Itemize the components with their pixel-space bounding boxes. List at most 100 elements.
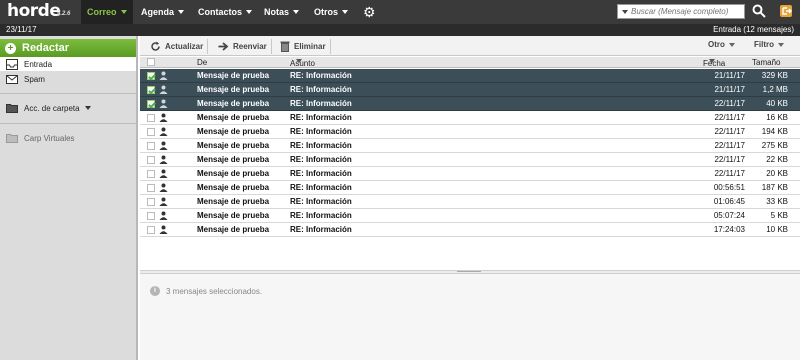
splitter-grip[interactable]	[457, 271, 481, 273]
row-checkbox[interactable]	[147, 212, 155, 220]
row-date: 21/11/17	[714, 71, 745, 80]
forward-button[interactable]: Reenviar	[218, 39, 272, 54]
nav-correo[interactable]: Correo	[81, 0, 133, 24]
sidebar-item-entrada[interactable]: Entrada	[0, 57, 136, 71]
spam-icon	[6, 74, 18, 84]
table-row[interactable]: Mensaje de prueba RE: Información 00:56:51…	[140, 181, 800, 195]
table-row[interactable]: Mensaje de prueba RE: Información 17:24:03…	[140, 223, 800, 237]
trash-icon	[280, 41, 290, 52]
row-checkbox[interactable]	[147, 170, 155, 178]
row-date: 05:07:24	[713, 211, 745, 220]
nav-label: Correo	[87, 7, 117, 17]
table-row[interactable]: Mensaje de prueba RE: Información 22/11/17…	[140, 97, 800, 111]
row-size: 275 KB	[761, 141, 788, 150]
row-checkbox[interactable]	[147, 142, 155, 150]
table-row[interactable]: Mensaje de prueba RE: Información 05:07:24…	[140, 209, 800, 223]
table-row[interactable]: Mensaje de prueba RE: Información 22/11/17…	[140, 153, 800, 167]
compose-button[interactable]: + Redactar	[0, 39, 136, 57]
table-row[interactable]: Mensaje de prueba RE: Información 22/11/17…	[140, 111, 800, 125]
gear-icon[interactable]: ⚙	[363, 4, 376, 20]
chevron-down-icon	[84, 106, 91, 110]
user-icon	[159, 127, 168, 136]
refresh-label: Actualizar	[165, 42, 204, 51]
table-row[interactable]: Mensaje de prueba RE: Información 21/11/17…	[140, 69, 800, 83]
row-checkbox[interactable]	[147, 226, 155, 234]
row-from: Mensaje de prueba	[197, 197, 270, 206]
search-options-chevron-icon[interactable]	[622, 9, 628, 14]
table-row[interactable]: Mensaje de prueba RE: Información 21/11/17…	[140, 83, 800, 97]
compose-label: Redactar	[22, 42, 70, 54]
table-row[interactable]: Mensaje de prueba RE: Información 22/11/17…	[140, 167, 800, 181]
search-icon[interactable]	[752, 4, 766, 18]
row-from: Mensaje de prueba	[197, 85, 270, 94]
top-bar: horde 5.2.6 Correo Agenda Contactos Nota…	[0, 0, 800, 24]
folder-info: Entrada (12 mensajes)	[713, 25, 794, 34]
sidebar-item-label: Entrada	[24, 59, 53, 69]
select-all-checkbox[interactable]	[147, 58, 155, 66]
info-icon: i	[150, 286, 160, 296]
row-checkbox[interactable]	[147, 198, 155, 206]
user-icon	[159, 113, 168, 122]
sidebar-item-virtual-folders[interactable]: Carp Virtuales	[0, 131, 136, 145]
row-size: 33 KB	[766, 197, 788, 206]
filter-menu[interactable]: Filtro	[754, 40, 784, 49]
sidebar-item-label: Acc. de carpeta	[24, 103, 80, 113]
user-icon	[159, 155, 168, 164]
row-checkbox[interactable]	[147, 86, 155, 94]
row-date: 17:24:03	[713, 225, 745, 234]
table-row[interactable]: Mensaje de prueba RE: Información 01:06:45…	[140, 195, 800, 209]
column-from[interactable]: De	[197, 58, 207, 67]
sort-chevron-icon	[709, 59, 715, 63]
folder-icon	[6, 104, 18, 113]
logout-icon[interactable]	[779, 4, 793, 18]
row-subject: RE: Información	[290, 85, 352, 94]
row-subject: RE: Información	[290, 113, 352, 122]
table-row[interactable]: Mensaje de prueba RE: Información 22/11/17…	[140, 125, 800, 139]
row-size: 1,2 MB	[762, 85, 788, 94]
search-box[interactable]	[617, 4, 745, 19]
row-checkbox[interactable]	[147, 100, 155, 108]
nav-otros[interactable]: Otros	[314, 0, 349, 24]
other-menu[interactable]: Otro	[708, 40, 735, 49]
row-subject: RE: Información	[290, 169, 352, 178]
row-size: 20 KB	[766, 169, 788, 178]
row-subject: RE: Información	[290, 155, 352, 164]
row-checkbox[interactable]	[147, 184, 155, 192]
sidebar-item-label: Spam	[24, 74, 45, 84]
horde-logo[interactable]: horde	[7, 1, 61, 21]
row-size: 194 KB	[761, 127, 788, 136]
row-checkbox[interactable]	[147, 156, 155, 164]
table-row[interactable]: Mensaje de prueba RE: Información 22/11/17…	[140, 139, 800, 153]
preview-status: i 3 mensajes seleccionados.	[150, 286, 262, 296]
nav-notas[interactable]: Notas	[264, 0, 300, 24]
chevron-down-icon	[293, 10, 300, 14]
delete-button[interactable]: Eliminar	[280, 39, 331, 54]
row-from: Mensaje de prueba	[197, 211, 270, 220]
user-icon	[159, 169, 168, 178]
sidebar-item-spam[interactable]: Spam	[0, 72, 136, 86]
row-from: Mensaje de prueba	[197, 183, 270, 192]
forward-label: Reenviar	[233, 42, 267, 51]
nav-contactos[interactable]: Contactos	[198, 0, 253, 24]
column-size[interactable]: Tamaño	[752, 58, 780, 67]
nav-agenda[interactable]: Agenda	[141, 0, 185, 24]
preview-pane: i 3 mensajes seleccionados.	[140, 274, 800, 360]
nav-label: Agenda	[141, 7, 175, 17]
row-checkbox[interactable]	[147, 114, 155, 122]
refresh-button[interactable]: Actualizar	[150, 39, 209, 54]
search-input[interactable]	[631, 7, 741, 16]
row-checkbox[interactable]	[147, 72, 155, 80]
user-icon	[159, 183, 168, 192]
row-subject: RE: Información	[290, 211, 352, 220]
row-from: Mensaje de prueba	[197, 127, 270, 136]
row-date: 22/11/17	[714, 141, 745, 150]
chevron-down-icon	[246, 10, 253, 14]
row-checkbox[interactable]	[147, 128, 155, 136]
row-date: 22/11/17	[714, 113, 745, 122]
other-label: Otro	[708, 40, 725, 49]
sort-chevron-icon	[296, 59, 302, 63]
folder-actions-menu[interactable]: Acc. de carpeta	[0, 101, 136, 115]
row-from: Mensaje de prueba	[197, 169, 270, 178]
chevron-down-icon	[778, 42, 784, 47]
row-subject: RE: Información	[290, 183, 352, 192]
